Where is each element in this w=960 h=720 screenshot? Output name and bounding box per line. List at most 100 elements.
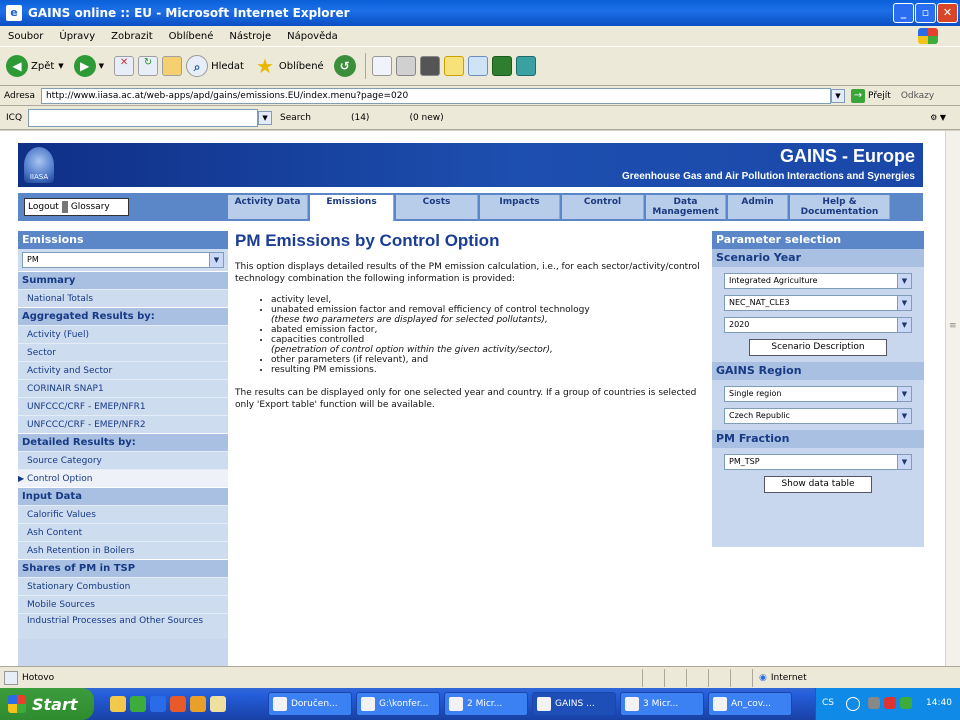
close-button[interactable]: ✕ <box>937 3 958 23</box>
chevron-down-icon[interactable]: ▼ <box>897 296 911 310</box>
sidebar-item-ash-content[interactable]: Ash Content <box>18 523 228 541</box>
sidebar-item-ash-retention[interactable]: Ash Retention in Boilers <box>18 541 228 559</box>
language-indicator[interactable]: CS <box>822 698 834 708</box>
window-titlebar[interactable]: e GAINS online :: EU - Microsoft Interne… <box>0 0 960 26</box>
year-select[interactable]: 2020 ▼ <box>724 317 912 333</box>
iiasa-logo[interactable]: IIASA <box>24 147 54 183</box>
task-outlook[interactable]: Doručen... <box>268 692 352 716</box>
sidebar-item-corinair-snap1[interactable]: CORINAIR SNAP1 <box>18 379 228 397</box>
back-button[interactable]: ◀ Zpět ▼ <box>6 55 64 77</box>
maximize-button[interactable]: ▫ <box>915 3 936 23</box>
tab-data-management[interactable]: Data Management <box>646 195 726 219</box>
history-icon[interactable]: ↺ <box>333 55 356 77</box>
tab-impacts[interactable]: Impacts <box>480 195 560 219</box>
tab-costs[interactable]: Costs <box>396 195 478 219</box>
task-powerpoint[interactable]: 3 Micr... <box>620 692 704 716</box>
start-button[interactable]: Start <box>0 688 94 720</box>
sidebar-item-mobile-sources[interactable]: Mobile Sources <box>18 595 228 613</box>
print-icon[interactable] <box>395 56 416 76</box>
menu-favorites[interactable]: Oblíbené <box>169 31 214 42</box>
pm-fraction-select[interactable]: PM_TSP ▼ <box>724 454 912 470</box>
back-dropdown-icon[interactable]: ▼ <box>58 62 63 70</box>
sidebar-item-stationary-combustion[interactable]: Stationary Combustion <box>18 577 228 595</box>
links-label[interactable]: Odkazy <box>901 91 934 101</box>
vertical-scrollbar[interactable]: ≡ <box>945 131 960 666</box>
minimize-button[interactable]: _ <box>893 3 914 23</box>
tray-security-icon[interactable] <box>884 697 896 709</box>
task-word[interactable]: 2 Micr... <box>444 692 528 716</box>
sidebar-item-national-totals[interactable]: National Totals <box>18 289 228 307</box>
favorites-button[interactable]: ★ Oblíbené <box>254 55 324 77</box>
quicklaunch-ie-icon[interactable] <box>150 696 166 712</box>
scenario-description-button[interactable]: Scenario Description <box>749 339 887 356</box>
toolbar-search-input[interactable] <box>28 108 259 127</box>
sidebar-item-calorific-values[interactable]: Calorific Values <box>18 505 228 523</box>
task-document[interactable]: An_cov... <box>708 692 792 716</box>
search-dropdown-icon[interactable]: ▼ <box>258 110 273 125</box>
chevron-down-icon[interactable]: ▼ <box>897 387 911 401</box>
edit-icon[interactable] <box>419 56 440 76</box>
region-mode-select[interactable]: Single region ▼ <box>724 386 912 402</box>
chevron-down-icon[interactable]: ▼ <box>209 253 223 267</box>
forward-button[interactable]: ▶ ▼ <box>73 55 104 77</box>
region-select[interactable]: Czech Republic ▼ <box>724 408 912 424</box>
menu-file[interactable]: Soubor <box>8 31 43 42</box>
address-dropdown-icon[interactable]: ▼ <box>830 88 845 103</box>
research-icon[interactable] <box>491 56 512 76</box>
stop-icon[interactable]: ✕ <box>114 56 135 76</box>
tab-activity-data[interactable]: Activity Data <box>228 195 308 219</box>
show-data-table-button[interactable]: Show data table <box>764 476 872 493</box>
chevron-down-icon[interactable]: ▼ <box>897 274 911 288</box>
refresh-icon[interactable]: ↻ <box>138 56 159 76</box>
menu-help[interactable]: Nápověda <box>287 31 338 42</box>
tray-printer-icon[interactable] <box>868 697 880 709</box>
quicklaunch-app3-icon[interactable] <box>210 696 226 712</box>
sidebar-item-nfr1[interactable]: UNFCCC/CRF - EMEP/NFR1 <box>18 397 228 415</box>
home-icon[interactable] <box>162 56 183 76</box>
tab-help-documentation[interactable]: Help & Documentation <box>790 195 890 219</box>
address-input[interactable]: http://www.iiasa.ac.at/web-apps/apd/gain… <box>40 87 831 104</box>
icq-count[interactable]: (14) <box>351 113 369 123</box>
go-button[interactable]: → Přejít <box>850 88 891 103</box>
icq-search-button[interactable]: Search <box>280 113 311 123</box>
tab-control[interactable]: Control <box>562 195 644 219</box>
sidebar-item-activity-and-sector[interactable]: Activity and Sector <box>18 361 228 379</box>
search-button[interactable]: ⌕ Hledat <box>186 55 244 77</box>
menu-tools[interactable]: Nástroje <box>229 31 271 42</box>
chevron-down-icon[interactable]: ▼ <box>897 409 911 423</box>
sidebar-item-control-option[interactable]: ▶ Control Option <box>18 469 228 487</box>
tray-collapse-icon[interactable] <box>846 697 860 711</box>
messenger-icon[interactable] <box>467 56 488 76</box>
scroll-grip-icon[interactable]: ≡ <box>949 321 957 331</box>
quicklaunch-media-icon[interactable] <box>170 696 186 712</box>
discuss-icon[interactable] <box>443 56 464 76</box>
pollutant-select[interactable]: PM ▼ <box>22 252 224 268</box>
icq-mail[interactable]: (0 new) <box>409 113 443 123</box>
quicklaunch-app2-icon[interactable] <box>190 696 206 712</box>
sidebar-item-activity-fuel[interactable]: Activity (Fuel) <box>18 325 228 343</box>
tab-admin[interactable]: Admin <box>728 195 788 219</box>
icq-brand[interactable]: ICQ <box>6 113 22 123</box>
forward-dropdown-icon[interactable]: ▼ <box>99 62 104 70</box>
sidebar-item-nfr2[interactable]: UNFCCC/CRF - EMEP/NFR2 <box>18 415 228 433</box>
quicklaunch-app-icon[interactable] <box>130 696 146 712</box>
users-icon[interactable] <box>515 56 536 76</box>
task-explorer[interactable]: G:\konfer... <box>356 692 440 716</box>
tray-icq-icon[interactable] <box>900 697 912 709</box>
settings-icon[interactable]: ⚙ ▼ <box>930 113 946 122</box>
menu-edit[interactable]: Úpravy <box>59 31 95 42</box>
scenario-select[interactable]: Integrated Agriculture ▼ <box>724 273 912 289</box>
mail-icon[interactable] <box>371 56 392 76</box>
chevron-down-icon[interactable]: ▼ <box>897 455 911 469</box>
tab-emissions[interactable]: Emissions <box>310 195 394 221</box>
sidebar-item-sector[interactable]: Sector <box>18 343 228 361</box>
menu-view[interactable]: Zobrazit <box>111 31 153 42</box>
chevron-down-icon[interactable]: ▼ <box>897 318 911 332</box>
quicklaunch-folder-icon[interactable] <box>110 696 126 712</box>
dataset-select[interactable]: NEC_NAT_CLE3 ▼ <box>724 295 912 311</box>
sidebar-item-industrial-processes[interactable]: Industrial Processes and Other Sources <box>18 613 228 639</box>
glossary-link[interactable]: Glossary <box>68 202 113 212</box>
sidebar-item-source-category[interactable]: Source Category <box>18 451 228 469</box>
clock[interactable]: 14:40 <box>926 698 952 708</box>
logout-link[interactable]: Logout <box>25 202 62 212</box>
